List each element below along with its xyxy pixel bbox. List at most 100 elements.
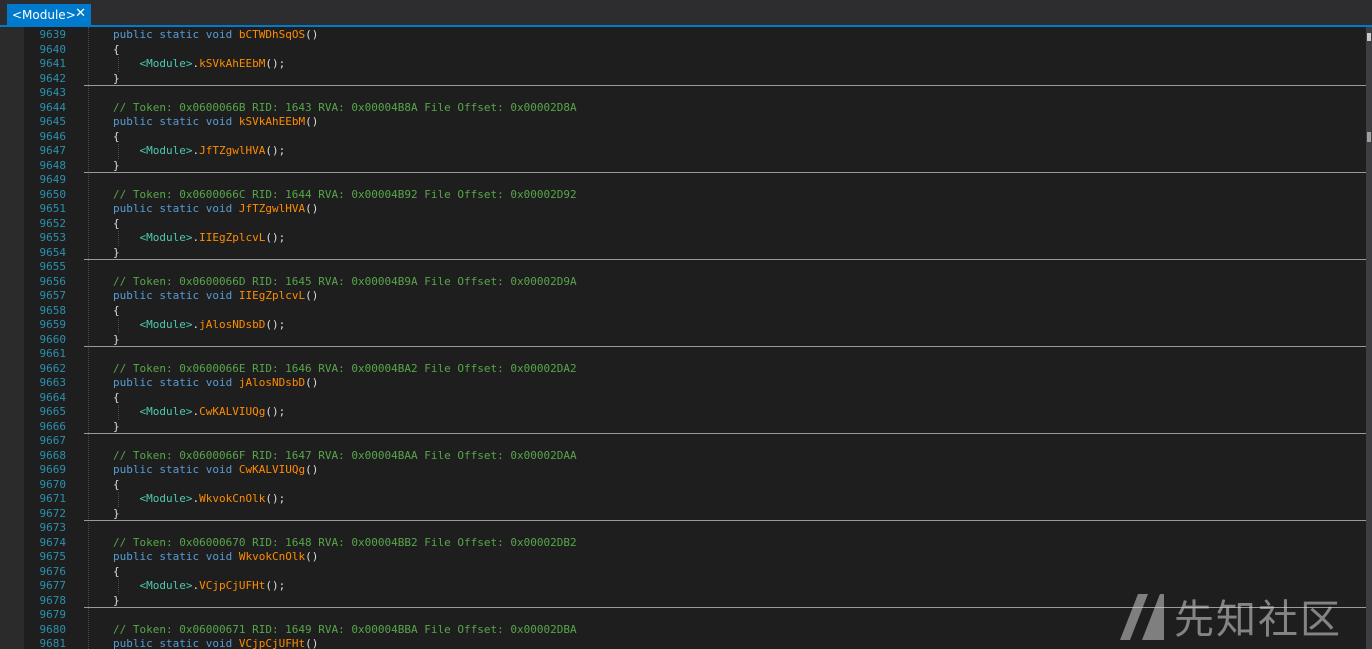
line-number: 9663 (39, 376, 67, 389)
call-target: VCjpCjUFHt (199, 579, 266, 592)
code-line[interactable]: 9673 (24, 521, 1366, 535)
code-line[interactable]: 9653 <Module>.IIEgZplcvL(); (24, 231, 1366, 245)
code-line[interactable]: 9647 <Module>.JfTZgwlHVA(); (24, 144, 1366, 158)
code-line[interactable]: 9676 { (24, 565, 1366, 579)
close-icon[interactable]: ✕ (75, 6, 86, 21)
code-text: public static void IIEgZplcvL() (113, 289, 319, 302)
line-number: 9659 (39, 318, 67, 331)
code-text: public static void CwKALVIUQg() (113, 463, 319, 476)
code-text: public static void WkvokCnOlk() (113, 550, 319, 563)
line-number: 9674 (39, 535, 67, 549)
code-line[interactable]: 9675 public static void WkvokCnOlk() (24, 550, 1366, 564)
method-modifiers: public static void (113, 463, 233, 476)
code-line[interactable]: 9671 <Module>.WkvokCnOlk(); (24, 492, 1366, 506)
code-text: <Module>.IIEgZplcvL(); (139, 231, 286, 244)
code-line[interactable]: 9668 // Token: 0x0600066F RID: 1647 RVA: … (24, 449, 1366, 463)
open-brace: { (113, 477, 120, 491)
watermark-text: 先知社区 (1174, 597, 1342, 643)
code-line[interactable]: 9650 // Token: 0x0600066C RID: 1644 RVA: … (24, 188, 1366, 202)
code-editor[interactable]: 9639 public static void bCTWDhSqOS() 9640 {… (24, 27, 1366, 649)
code-text: // Token: 0x0600066E RID: 1646 RVA: 0x00… (113, 362, 577, 376)
method-modifiers: public static void (113, 637, 233, 649)
code-line[interactable]: 9654} (24, 246, 1366, 260)
code-line[interactable]: 9641 <Module>.kSVkAhEEbM(); (24, 57, 1366, 71)
line-number: 9664 (39, 390, 67, 404)
code-text: <Module>.kSVkAhEEbM(); (139, 57, 286, 70)
module-type: <Module> (139, 492, 193, 505)
line-number: 9670 (39, 477, 67, 491)
close-brace: } (113, 419, 120, 433)
code-text: { (113, 217, 120, 231)
module-type: <Module> (139, 144, 193, 157)
call-target: jAlosNDsbD (199, 318, 266, 331)
code-text: public static void VCjpCjUFHt() (113, 637, 319, 649)
token-comment: // Token: 0x0600066F RID: 1647 RVA: 0x00… (113, 448, 577, 462)
code-line[interactable]: 9662 // Token: 0x0600066E RID: 1646 RVA: … (24, 362, 1366, 376)
code-text: // Token: 0x06000670 RID: 1648 RVA: 0x00… (113, 536, 577, 550)
code-line[interactable]: 9664 { (24, 391, 1366, 405)
code-line[interactable]: 9670 { (24, 478, 1366, 492)
line-number: 9679 (39, 608, 67, 621)
code-line[interactable]: 9672} (24, 507, 1366, 521)
call-target: IIEgZplcvL (199, 231, 266, 244)
line-number: 9668 (39, 448, 67, 462)
code-text: } (113, 420, 120, 434)
code-line[interactable]: 9648} (24, 159, 1366, 173)
token-comment: // Token: 0x06000670 RID: 1648 RVA: 0x00… (113, 535, 577, 549)
open-brace: { (113, 564, 120, 578)
indent-guide (118, 318, 119, 333)
code-text: // Token: 0x0600066C RID: 1644 RVA: 0x00… (113, 188, 577, 202)
code-text: { (113, 130, 120, 144)
scrollbar-thumb[interactable] (1367, 132, 1371, 142)
line-number: 9647 (39, 144, 67, 157)
code-line[interactable]: 9644 // Token: 0x0600066B RID: 1643 RVA: … (24, 101, 1366, 115)
vertical-scrollbar[interactable] (1366, 27, 1372, 649)
code-line[interactable]: 9665 <Module>.CwKALVIUQg(); (24, 405, 1366, 419)
code-line[interactable]: 9659 <Module>.jAlosNDsbD(); (24, 318, 1366, 332)
code-line[interactable]: 9674 // Token: 0x06000670 RID: 1648 RVA: … (24, 536, 1366, 550)
close-brace: } (113, 71, 120, 85)
tab-module[interactable]: <Module> ✕ (7, 4, 91, 25)
line-number: 9676 (39, 564, 67, 578)
code-line[interactable]: 9656 // Token: 0x0600066D RID: 1645 RVA: … (24, 275, 1366, 289)
code-text: <Module>.WkvokCnOlk(); (139, 492, 286, 505)
code-text: <Module>.JfTZgwlHVA(); (139, 144, 286, 157)
line-number: 9655 (39, 260, 67, 273)
code-line[interactable]: 9642} (24, 72, 1366, 86)
line-number: 9660 (39, 332, 67, 346)
code-text: { (113, 304, 120, 318)
indent-guide (118, 57, 119, 72)
method-modifiers: public static void (113, 289, 233, 302)
code-line[interactable]: 9652 { (24, 217, 1366, 231)
line-number: 9681 (39, 637, 67, 649)
code-line[interactable]: 9649 (24, 173, 1366, 187)
indent-guide (118, 405, 119, 420)
close-brace: } (113, 332, 120, 346)
line-number: 9644 (39, 100, 67, 114)
line-number: 9671 (39, 492, 67, 505)
code-line[interactable]: 9663 public static void jAlosNDsbD() (24, 376, 1366, 390)
method-name: JfTZgwlHVA (238, 202, 306, 215)
code-line[interactable]: 9651 public static void JfTZgwlHVA() (24, 202, 1366, 216)
code-line[interactable]: 9669 public static void CwKALVIUQg() (24, 463, 1366, 477)
code-line[interactable]: 9645 public static void kSVkAhEEbM() (24, 115, 1366, 129)
code-line[interactable]: 9660} (24, 333, 1366, 347)
code-line[interactable]: 9657 public static void IIEgZplcvL() (24, 289, 1366, 303)
code-line[interactable]: 9667 (24, 434, 1366, 448)
code-line[interactable]: 9640 { (24, 43, 1366, 57)
line-number: 9667 (39, 434, 67, 447)
code-text: <Module>.jAlosNDsbD(); (139, 318, 286, 331)
code-line[interactable]: 9643 (24, 86, 1366, 100)
code-line[interactable]: 9661 (24, 347, 1366, 361)
code-line[interactable]: 9646 { (24, 130, 1366, 144)
method-name: CwKALVIUQg (238, 463, 306, 476)
code-line[interactable]: 9655 (24, 260, 1366, 274)
code-line[interactable]: 9666} (24, 420, 1366, 434)
line-number: 9662 (39, 361, 67, 375)
method-modifiers: public static void (113, 202, 233, 215)
code-line[interactable]: 9658 { (24, 304, 1366, 318)
code-line[interactable]: 9639 public static void bCTWDhSqOS() (24, 28, 1366, 42)
code-text: // Token: 0x06000671 RID: 1649 RVA: 0x00… (113, 623, 577, 637)
method-modifiers: public static void (113, 550, 233, 563)
line-number: 9653 (39, 231, 67, 244)
